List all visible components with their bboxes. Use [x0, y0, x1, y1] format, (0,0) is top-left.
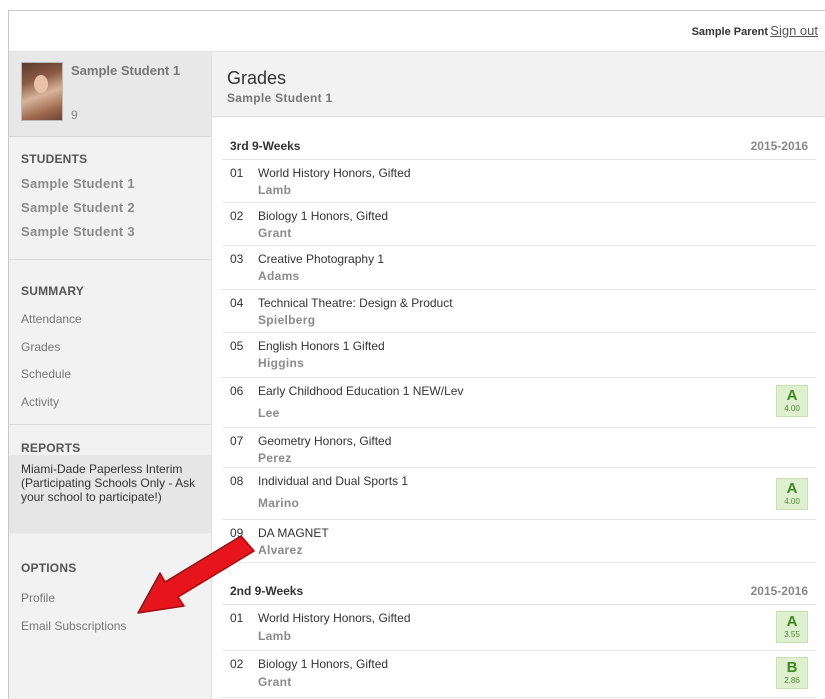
course-period: 04 [230, 296, 244, 310]
report-item-paperless-interim[interactable]: Miami-Dade Paperless Interim (Participat… [9, 455, 211, 533]
course-row[interactable]: 01 World History Honors, Gifted Lamb A 3… [222, 605, 816, 651]
sidebar-item-activity[interactable]: Activity [21, 395, 59, 409]
course-teacher: Lamb [258, 183, 292, 197]
course-name: Technical Theatre: Design & Product [258, 296, 453, 310]
sidebar-divider [9, 424, 211, 425]
course-period: 08 [230, 474, 244, 488]
course-name: Geometry Honors, Gifted [258, 434, 392, 448]
course-name: World History Honors, Gifted [258, 166, 411, 180]
course-row[interactable]: 03 Creative Photography 1 Adams [222, 246, 816, 290]
students-heading: STUDENTS [21, 152, 88, 166]
reports-heading: REPORTS [21, 441, 81, 455]
course-period: 01 [230, 611, 244, 625]
course-teacher: Lee [258, 406, 280, 420]
grade-points: 4.00 [784, 404, 800, 413]
sidebar-student-2[interactable]: Sample Student 2 [21, 200, 135, 215]
grade-points: 4.00 [784, 497, 800, 506]
top-bar: Sample Parent Sign out [9, 11, 825, 52]
course-period: 02 [230, 209, 244, 223]
course-row[interactable]: 01 World History Honors, Gifted Lamb [222, 160, 816, 203]
sidebar-student-1[interactable]: Sample Student 1 [21, 176, 135, 191]
course-period: 05 [230, 339, 244, 353]
course-teacher: Higgins [258, 356, 305, 370]
course-teacher: Grant [258, 226, 292, 240]
course-row[interactable]: 06 Early Childhood Education 1 NEW/Lev L… [222, 378, 816, 428]
grading-period-header: 2nd 9-Weeks 2015-2016 [222, 576, 816, 605]
course-name: Individual and Dual Sports 1 [258, 474, 409, 488]
course-name: Biology 1 Honors, Gifted [258, 657, 389, 671]
sidebar-item-email-subscriptions[interactable]: Email Subscriptions [21, 619, 126, 633]
sign-out-link[interactable]: Sign out [770, 23, 818, 38]
report-item-label: Miami-Dade Paperless Interim (Participat… [21, 462, 196, 504]
course-row[interactable]: 02 Biology 1 Honors, Gifted Grant B 2.86 [222, 651, 816, 698]
course-period: 02 [230, 657, 244, 671]
course-period: 01 [230, 166, 244, 180]
grade-letter: A [786, 387, 798, 404]
course-teacher: Alvarez [258, 543, 303, 557]
grade-letter: A [786, 480, 798, 497]
profile-student-name: Sample Student 1 [71, 63, 181, 78]
parent-name: Sample Parent [691, 26, 768, 38]
course-row[interactable]: 04 Technical Theatre: Design & Product S… [222, 290, 816, 333]
course-period: 03 [230, 252, 244, 266]
page-header: Grades Sample Student 1 [212, 52, 825, 117]
course-teacher: Adams [258, 269, 300, 283]
course-row[interactable]: 07 Geometry Honors, Gifted Perez [222, 428, 816, 468]
course-name: Early Childhood Education 1 NEW/Lev [258, 384, 464, 398]
page-subtitle: Sample Student 1 [227, 91, 333, 105]
course-name: Creative Photography 1 [258, 252, 385, 266]
grade-badge[interactable]: B 2.86 [776, 657, 808, 689]
grading-period-header: 3rd 9-Weeks 2015-2016 [222, 131, 816, 160]
course-row[interactable]: 02 Biology 1 Honors, Gifted Grant [222, 203, 816, 246]
course-row[interactable]: 09 DA MAGNET Alvarez [222, 520, 816, 563]
course-period: 07 [230, 434, 244, 448]
school-year: 2015-2016 [750, 139, 808, 153]
page-title: Grades [227, 68, 287, 88]
profile-grade-level: 9 [71, 108, 78, 122]
sidebar: Sample Student 1 9 STUDENTS Sample Stude… [9, 52, 212, 699]
course-name: World History Honors, Gifted [258, 611, 411, 625]
course-teacher: Spielberg [258, 313, 316, 327]
grading-period-title: 3rd 9-Weeks [230, 139, 301, 153]
student-profile-card: Sample Student 1 9 [9, 52, 211, 137]
school-year: 2015-2016 [750, 584, 808, 598]
sidebar-item-grades[interactable]: Grades [21, 340, 60, 354]
course-row[interactable]: 08 Individual and Dual Sports 1 Marino A… [222, 468, 816, 520]
course-name: Biology 1 Honors, Gifted [258, 209, 389, 223]
course-teacher: Grant [258, 675, 292, 689]
grade-letter: B [786, 659, 798, 676]
avatar [21, 62, 63, 121]
course-period: 09 [230, 526, 244, 540]
course-period: 06 [230, 384, 244, 398]
course-teacher: Marino [258, 496, 300, 510]
sidebar-divider [9, 259, 211, 260]
options-heading: OPTIONS [21, 561, 77, 575]
course-teacher: Perez [258, 451, 292, 465]
sidebar-student-3[interactable]: Sample Student 3 [21, 224, 135, 239]
main-content: Grades Sample Student 1 3rd 9-Weeks 2015… [212, 52, 825, 699]
sidebar-item-profile[interactable]: Profile [21, 591, 55, 605]
grade-points: 2.86 [784, 676, 800, 685]
grade-badge[interactable]: A 3.55 [776, 611, 808, 643]
grade-badge[interactable]: A 4.00 [776, 385, 808, 417]
summary-heading: SUMMARY [21, 284, 84, 298]
sidebar-item-attendance[interactable]: Attendance [21, 312, 82, 326]
grading-period-title: 2nd 9-Weeks [230, 584, 304, 598]
course-teacher: Lamb [258, 629, 292, 643]
course-name: English Honors 1 Gifted [258, 339, 385, 353]
app-window: Sample Parent Sign out Sample Student 1 … [8, 10, 825, 699]
sidebar-item-schedule[interactable]: Schedule [21, 367, 71, 381]
grade-badge[interactable]: A 4.00 [776, 478, 808, 510]
grade-letter: A [786, 613, 798, 630]
course-name: DA MAGNET [258, 526, 329, 540]
course-row[interactable]: 05 English Honors 1 Gifted Higgins [222, 333, 816, 378]
grade-points: 3.55 [784, 630, 800, 639]
